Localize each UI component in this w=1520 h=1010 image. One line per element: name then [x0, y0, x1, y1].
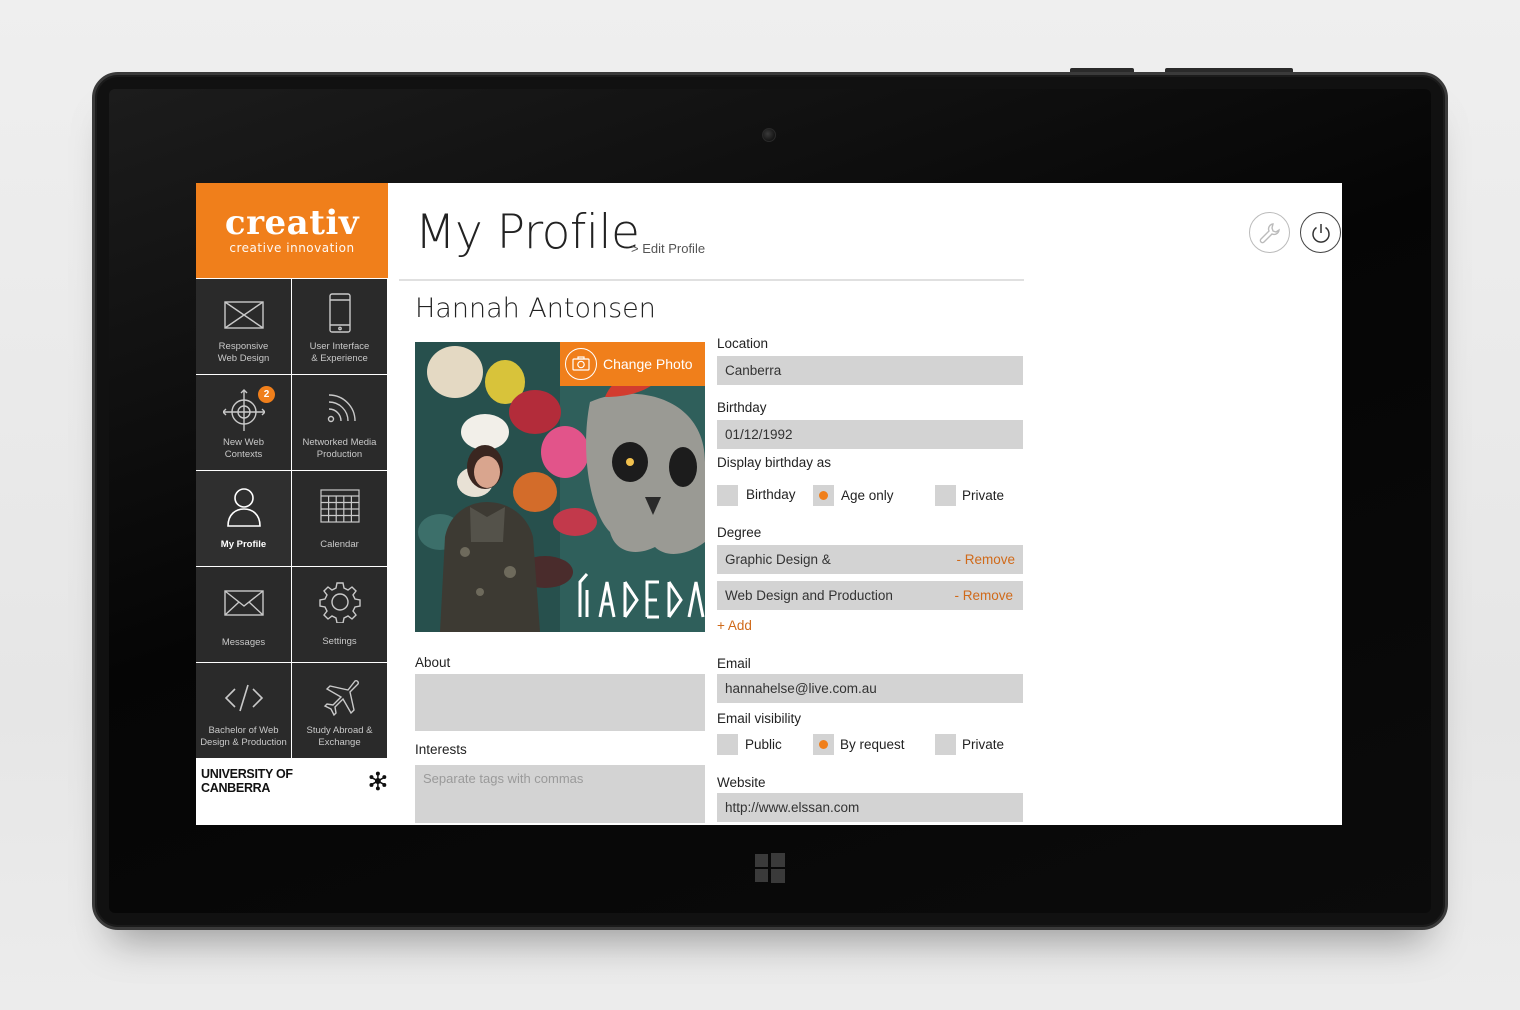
tile-label: Settings	[322, 636, 357, 647]
tile-label: Bachelor of Web Design & Production	[200, 725, 287, 748]
interests-textarea[interactable]	[415, 765, 705, 823]
email-label: Email	[717, 656, 751, 671]
windows-logo-icon[interactable]	[755, 853, 785, 883]
gear-icon	[319, 582, 361, 623]
degree-name: Graphic Design &	[725, 552, 831, 567]
tile-label: Calendar	[320, 539, 359, 550]
birthday-option-private-label[interactable]: Private	[962, 488, 1004, 503]
birthday-option-birthday-label[interactable]: Birthday	[746, 487, 796, 502]
camera-icon	[565, 348, 597, 380]
notification-badge: 2	[258, 386, 275, 403]
tile-label: My Profile	[220, 539, 267, 550]
nav-tile-networked-media[interactable]: Networked Media Production	[292, 375, 387, 470]
wireframe-icon	[224, 301, 264, 329]
about-textarea[interactable]	[415, 674, 705, 731]
nav-tile-bachelor-web-design[interactable]: Bachelor of Web Design & Production	[196, 663, 291, 758]
email-option-private-label[interactable]: Private	[962, 737, 1004, 752]
nav-tile-settings[interactable]: Settings	[292, 567, 387, 662]
university-logo: UNIVERSITY OF CANBERRA	[201, 767, 388, 795]
code-icon	[224, 684, 264, 712]
change-photo-button[interactable]: Change Photo	[560, 342, 705, 386]
remove-degree-link[interactable]: - Remove	[954, 581, 1013, 610]
email-visibility-label: Email visibility	[717, 711, 802, 726]
user-icon	[227, 488, 261, 527]
email-option-by-request-label[interactable]: By request	[840, 737, 905, 752]
website-label: Website	[717, 775, 766, 790]
email-option-by-request-radio[interactable]	[813, 734, 834, 755]
degree-name: Web Design and Production	[725, 588, 893, 603]
nav-tile-new-web-contexts[interactable]: 2 New Web Contexts	[196, 375, 291, 470]
phone-icon	[329, 293, 351, 333]
breadcrumb[interactable]: > Edit Profile	[631, 241, 705, 256]
display-birthday-label: Display birthday as	[717, 455, 832, 470]
tile-label: Messages	[221, 637, 266, 648]
brand-name: creativ	[224, 203, 360, 243]
email-input[interactable]: hannahelse@live.com.au	[717, 674, 1023, 703]
nav-tile-study-abroad[interactable]: Study Abroad & Exchange	[292, 663, 387, 758]
website-input[interactable]: http://www.elssan.com	[717, 793, 1023, 822]
app-screen: creativ creative innovation Responsive W…	[196, 183, 1342, 825]
nav-tile-my-profile[interactable]: My Profile	[196, 471, 291, 566]
degree-label: Degree	[717, 525, 762, 540]
add-degree-link[interactable]: + Add	[717, 618, 752, 633]
birthday-option-private-radio[interactable]	[935, 485, 956, 506]
location-input[interactable]: Canberra	[717, 356, 1023, 385]
tile-label: Study Abroad & Exchange	[306, 725, 373, 748]
power-icon	[1312, 224, 1330, 243]
front-camera	[762, 128, 776, 142]
snowflake-icon	[369, 771, 387, 791]
nav-tile-calendar[interactable]: Calendar	[292, 471, 387, 566]
nav-tile-user-interface[interactable]: User Interface & Experience	[292, 279, 387, 374]
user-name: Hannah Antonsen	[415, 293, 656, 324]
degree-item[interactable]: Graphic Design & - Remove	[717, 545, 1023, 574]
tools-button[interactable]	[1249, 212, 1290, 253]
birthday-option-age-only-label[interactable]: Age only	[841, 488, 894, 503]
location-label: Location	[717, 336, 769, 351]
nav-tile-messages[interactable]: Messages	[196, 567, 291, 662]
power-button[interactable]	[1300, 212, 1341, 253]
email-option-public-radio[interactable]	[717, 734, 738, 755]
nav-tile-responsive-web-design[interactable]: Responsive Web Design	[196, 279, 291, 374]
university-name: UNIVERSITY OF CANBERRA	[201, 767, 293, 795]
email-option-public-label[interactable]: Public	[745, 737, 782, 752]
tile-label: Responsive Web Design	[217, 341, 270, 364]
remove-degree-link[interactable]: - Remove	[956, 545, 1015, 574]
wrench-icon	[1259, 223, 1280, 244]
degree-item[interactable]: Web Design and Production - Remove	[717, 581, 1023, 610]
interests-label: Interests	[415, 742, 467, 757]
tile-label: Networked Media Production	[302, 437, 377, 460]
sidebar: creativ creative innovation Responsive W…	[196, 183, 388, 825]
airplane-icon	[323, 680, 359, 717]
page-title: My Profile	[415, 205, 640, 260]
tile-label: New Web Contexts	[222, 437, 264, 460]
birthday-input[interactable]: 01/12/1992	[717, 420, 1023, 449]
brand-logo[interactable]: creativ creative innovation	[196, 183, 388, 278]
tile-label: User Interface & Experience	[309, 341, 370, 364]
rss-icon	[327, 394, 356, 423]
birthday-label: Birthday	[717, 400, 767, 415]
about-label: About	[415, 655, 451, 670]
header-divider	[399, 279, 1024, 281]
birthday-option-age-only-radio[interactable]	[813, 485, 834, 506]
calendar-icon	[320, 489, 360, 523]
birthday-option-birthday-radio[interactable]	[717, 485, 738, 506]
brand-tagline: creative innovation	[229, 241, 355, 255]
email-option-private-radio[interactable]	[935, 734, 956, 755]
envelope-icon	[224, 590, 264, 616]
change-photo-label: Change Photo	[603, 356, 693, 372]
